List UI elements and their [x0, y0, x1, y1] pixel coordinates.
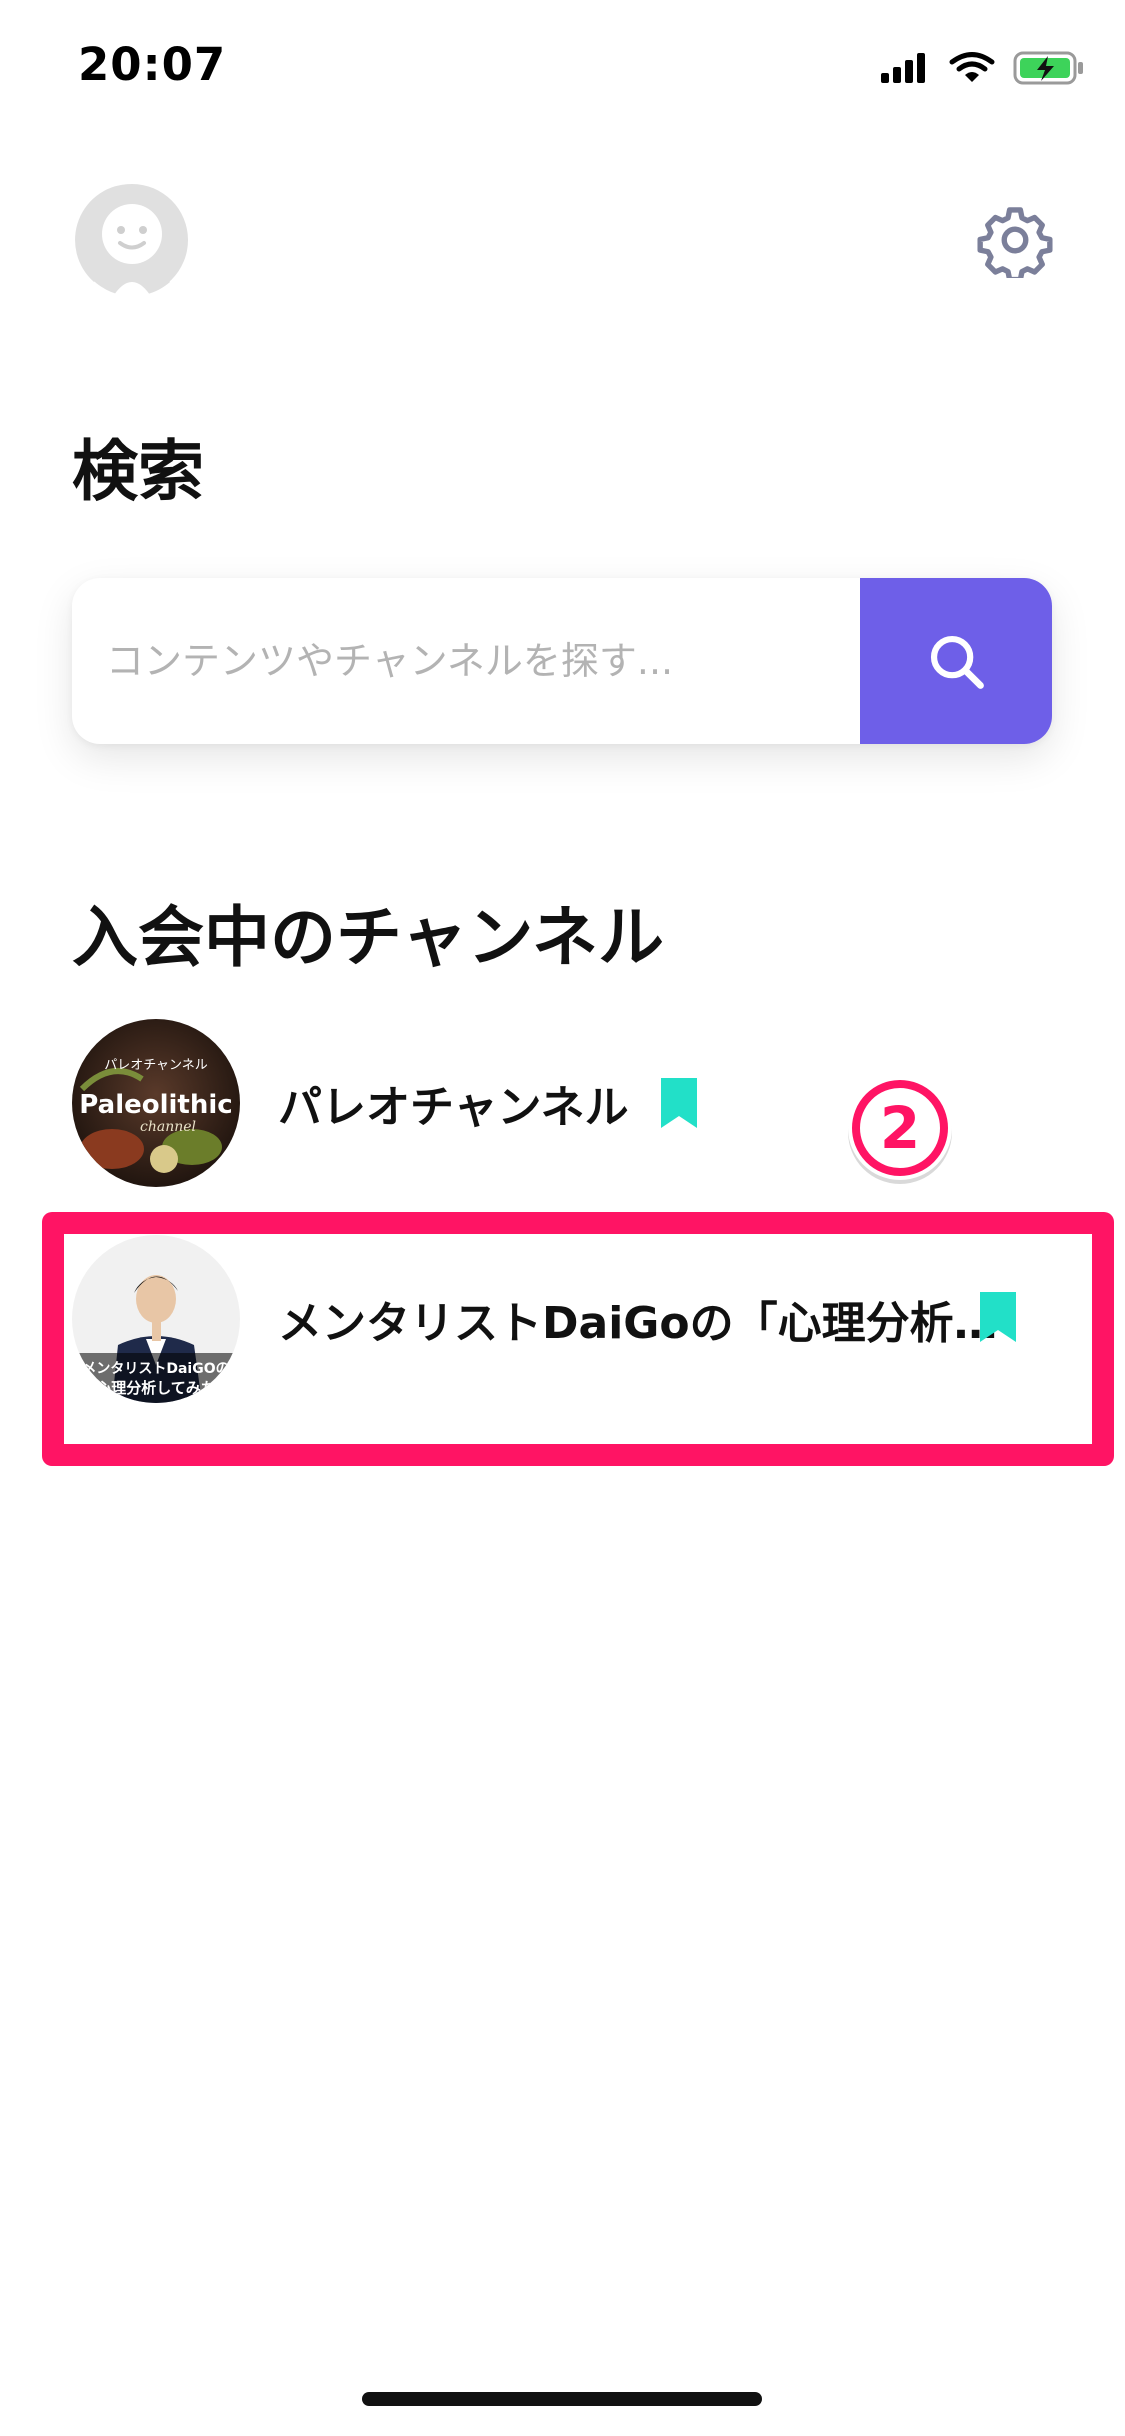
- step-number: 2: [880, 1094, 920, 1162]
- channel-item-daigo[interactable]: メンタリストDaiGOの 心理分析してみた メンタリストDaiGoの「心理分析…: [72, 1234, 1052, 1404]
- channel-thumbnail: メンタリストDaiGOの 心理分析してみた: [72, 1235, 240, 1403]
- status-time: 20:07: [78, 38, 227, 91]
- face-avatar-icon: [75, 183, 188, 298]
- channel-thumbnail: パレオチャンネル Paleolithic channel: [72, 1019, 240, 1187]
- profile-avatar[interactable]: [72, 180, 192, 300]
- status-icons: [879, 48, 1085, 88]
- paleo-channel-thumbnail: パレオチャンネル Paleolithic channel: [72, 1019, 240, 1187]
- step-number-badge: 2: [848, 1076, 952, 1184]
- thumbnail-sub: channel: [140, 1119, 196, 1135]
- channel-name: メンタリストDaiGoの「心理分析…: [278, 1298, 998, 1349]
- channels-screen: 20:07 検索 コンテンツやチャンネルを探す... 入会中のチャンネル パレオ…: [0, 0, 1125, 2436]
- search-bar: [72, 578, 1052, 744]
- search-input[interactable]: [72, 578, 860, 744]
- search-section-title: 検索: [72, 433, 204, 510]
- channel-name: パレオチャンネル: [278, 1082, 629, 1133]
- thumbnail-caption: パレオチャンネル: [104, 1058, 208, 1073]
- bookmark-icon[interactable]: [980, 1292, 1016, 1342]
- battery-charging-icon: [1013, 51, 1083, 85]
- search-button[interactable]: [860, 578, 1052, 744]
- thumbnail-caption: メンタリストDaiGOの: [82, 1361, 229, 1377]
- gear-icon: [977, 207, 1053, 283]
- thumbnail-caption-2: 心理分析してみた: [96, 1379, 216, 1397]
- joined-channels-title: 入会中のチャンネル: [72, 899, 665, 976]
- search-icon: [930, 635, 984, 689]
- daigo-channel-thumbnail: メンタリストDaiGOの 心理分析してみた: [72, 1235, 240, 1403]
- home-indicator[interactable]: [362, 2392, 762, 2406]
- wifi-icon: [949, 52, 995, 82]
- settings-button[interactable]: [977, 202, 1053, 283]
- bookmark-icon[interactable]: [660, 1078, 697, 1128]
- cellular-signal-icon: [881, 53, 925, 83]
- thumbnail-brand: Paleolithic: [79, 1090, 232, 1120]
